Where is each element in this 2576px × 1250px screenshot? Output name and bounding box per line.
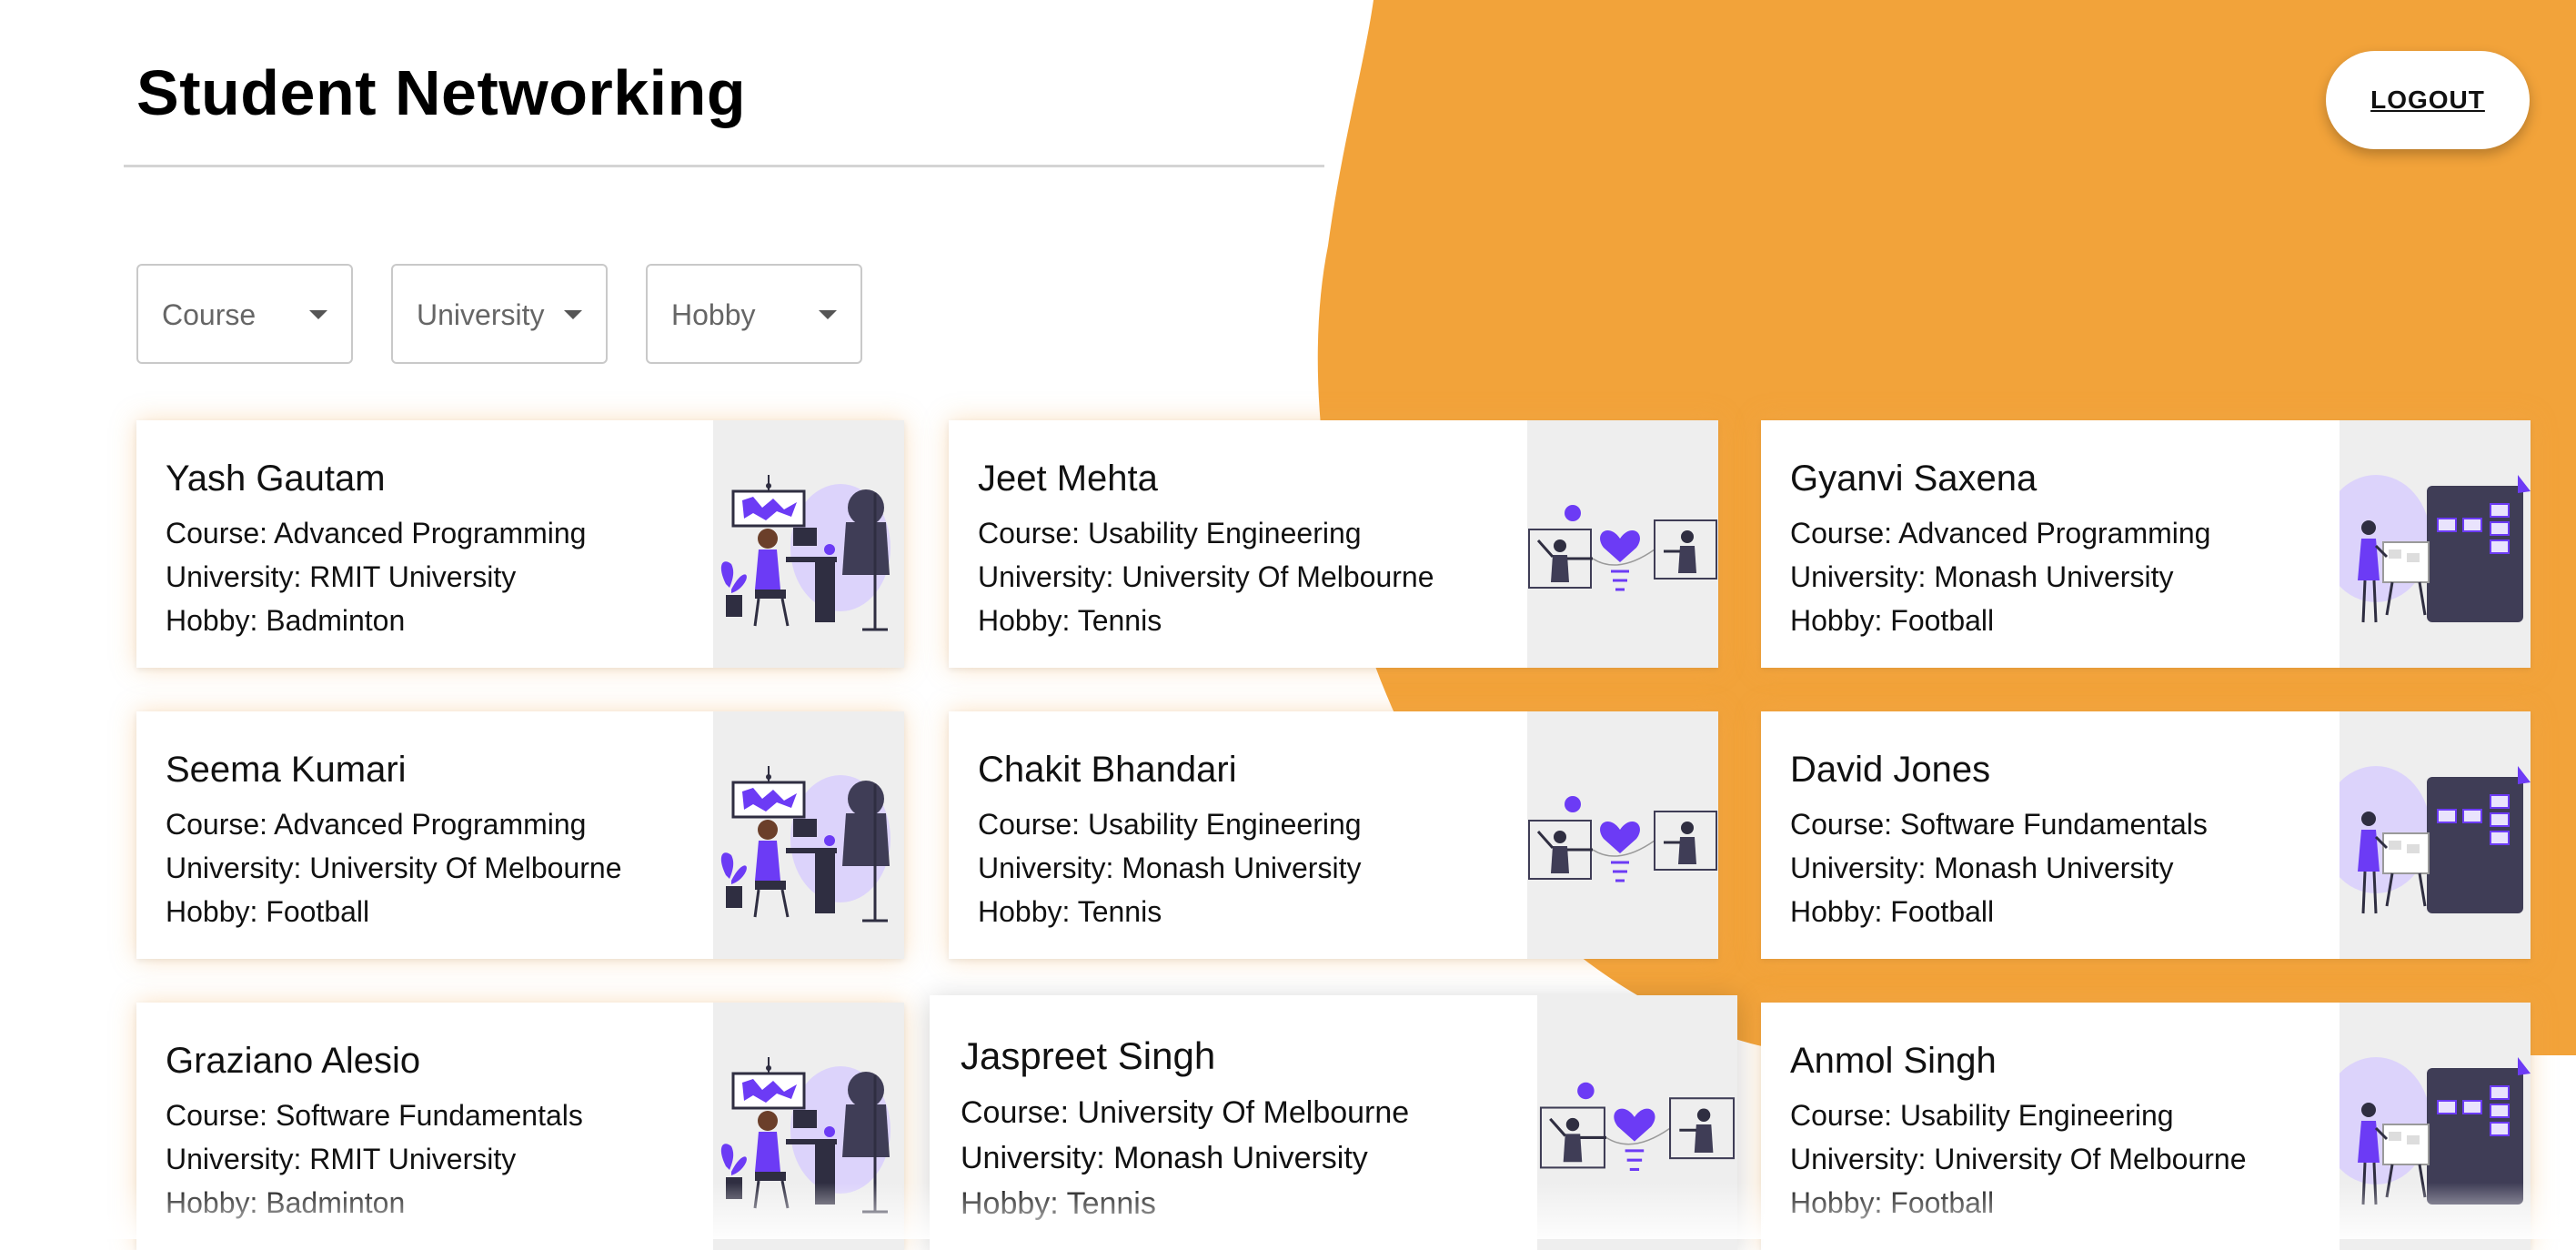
hobby-value: Badminton xyxy=(266,1186,406,1219)
university-label: University: xyxy=(1790,560,1927,593)
hobby-value: Tennis xyxy=(1077,604,1162,637)
student-card-hovered[interactable]: Jaspreet Singh Course: University Of Mel… xyxy=(930,995,1737,1250)
course-filter-label: Course xyxy=(162,298,257,331)
university-label: University: xyxy=(1790,852,1927,884)
presentation-board-illustration xyxy=(2340,420,2531,668)
university-label: University: xyxy=(166,1143,302,1175)
university-value: Monash University xyxy=(1113,1141,1368,1176)
university-value: RMIT University xyxy=(309,560,517,593)
course-label: Course: xyxy=(978,808,1081,841)
connection-heart-illustration xyxy=(1537,995,1737,1250)
course-value: University Of Melbourne xyxy=(1077,1095,1410,1131)
course-value: Software Fundamentals xyxy=(1899,808,2208,841)
page-title: Student Networking xyxy=(136,57,747,128)
course-label: Course: xyxy=(1790,1099,1893,1132)
desk-workspace-illustration xyxy=(713,1003,904,1250)
course-filter-select[interactable]: Course xyxy=(136,264,353,364)
student-card[interactable]: Yash Gautam Course: Advanced Programming… xyxy=(136,420,904,668)
desk-workspace-illustration xyxy=(713,420,904,668)
university-label: University: xyxy=(961,1141,1105,1176)
university-value: University Of Melbourne xyxy=(1934,1143,2247,1175)
presentation-board-illustration xyxy=(2340,711,2531,959)
hobby-label: Hobby: xyxy=(166,604,258,637)
connection-heart-illustration xyxy=(1527,420,1718,668)
student-card[interactable]: David Jones Course: Software Fundamental… xyxy=(1761,711,2531,959)
course-value: Usability Engineering xyxy=(1087,808,1362,841)
hobby-value: Tennis xyxy=(1077,895,1162,928)
presentation-board-illustration xyxy=(2340,1003,2531,1250)
university-label: University: xyxy=(166,560,302,593)
university-value: Monash University xyxy=(1122,852,1362,884)
course-label: Course: xyxy=(166,1099,268,1132)
university-filter-select[interactable]: University xyxy=(391,264,608,364)
dropdown-arrow-icon xyxy=(309,310,327,319)
hobby-filter-select[interactable]: Hobby xyxy=(646,264,862,364)
university-label: University: xyxy=(978,852,1114,884)
university-value: University Of Melbourne xyxy=(309,852,622,884)
hobby-value: Badminton xyxy=(266,604,406,637)
hobby-value: Football xyxy=(1890,604,1995,637)
course-label: Course: xyxy=(978,517,1081,549)
student-name: David Jones xyxy=(1790,750,1991,790)
course-value: Software Fundamentals xyxy=(275,1099,583,1132)
hobby-label: Hobby: xyxy=(1790,1186,1883,1219)
hobby-label: Hobby: xyxy=(1790,604,1883,637)
university-value: University Of Melbourne xyxy=(1122,560,1434,593)
hobby-label: Hobby: xyxy=(978,604,1071,637)
student-card[interactable]: Anmol Singh Course: Usability Engineerin… xyxy=(1761,1003,2531,1250)
student-card[interactable]: Graziano Alesio Course: Software Fundame… xyxy=(136,1003,904,1250)
university-value: RMIT University xyxy=(309,1143,517,1175)
hobby-value: Tennis xyxy=(1066,1186,1156,1222)
student-name: Yash Gautam xyxy=(166,459,386,499)
course-value: Advanced Programming xyxy=(274,517,587,549)
student-name: Jaspreet Singh xyxy=(961,1034,1216,1077)
dropdown-arrow-icon xyxy=(564,310,582,319)
student-name: Anmol Singh xyxy=(1790,1041,1997,1081)
course-label: Course: xyxy=(1790,808,1893,841)
hobby-filter-label: Hobby xyxy=(671,298,756,331)
university-filter-label: University xyxy=(417,298,545,331)
course-value: Advanced Programming xyxy=(1898,517,2211,549)
course-value: Usability Engineering xyxy=(1087,517,1362,549)
course-label: Course: xyxy=(166,517,268,549)
hobby-label: Hobby: xyxy=(961,1186,1059,1222)
logout-button[interactable]: LOGOUT xyxy=(2326,51,2530,149)
student-card[interactable]: Jeet Mehta Course: Usability Engineering… xyxy=(949,420,1718,668)
hobby-label: Hobby: xyxy=(978,895,1071,928)
hobby-value: Football xyxy=(266,895,370,928)
university-label: University: xyxy=(166,852,302,884)
university-value: Monash University xyxy=(1934,560,2174,593)
university-value: Monash University xyxy=(1934,852,2174,884)
university-label: University: xyxy=(978,560,1114,593)
student-name: Jeet Mehta xyxy=(978,459,1158,499)
student-card[interactable]: Gyanvi Saxena Course: Advanced Programmi… xyxy=(1761,420,2531,668)
university-label: University: xyxy=(1790,1143,1927,1175)
header-divider xyxy=(124,165,1324,167)
hobby-value: Football xyxy=(1890,895,1995,928)
student-card[interactable]: Seema Kumari Course: Advanced Programmin… xyxy=(136,711,904,959)
student-name: Graziano Alesio xyxy=(166,1041,421,1081)
hobby-value: Football xyxy=(1890,1186,1995,1219)
course-value: Advanced Programming xyxy=(274,808,587,841)
dropdown-arrow-icon xyxy=(819,310,837,319)
hobby-label: Hobby: xyxy=(166,1186,258,1219)
desk-workspace-illustration xyxy=(713,711,904,959)
course-value: Usability Engineering xyxy=(1899,1099,2174,1132)
student-name: Seema Kumari xyxy=(166,750,407,790)
student-card[interactable]: Chakit Bhandari Course: Usability Engine… xyxy=(949,711,1718,959)
course-label: Course: xyxy=(166,808,268,841)
student-name: Gyanvi Saxena xyxy=(1790,459,2038,499)
course-label: Course: xyxy=(961,1095,1070,1131)
hobby-label: Hobby: xyxy=(1790,895,1883,928)
hobby-label: Hobby: xyxy=(166,895,258,928)
student-name: Chakit Bhandari xyxy=(978,750,1237,790)
course-label: Course: xyxy=(1790,517,1893,549)
connection-heart-illustration xyxy=(1527,711,1718,959)
